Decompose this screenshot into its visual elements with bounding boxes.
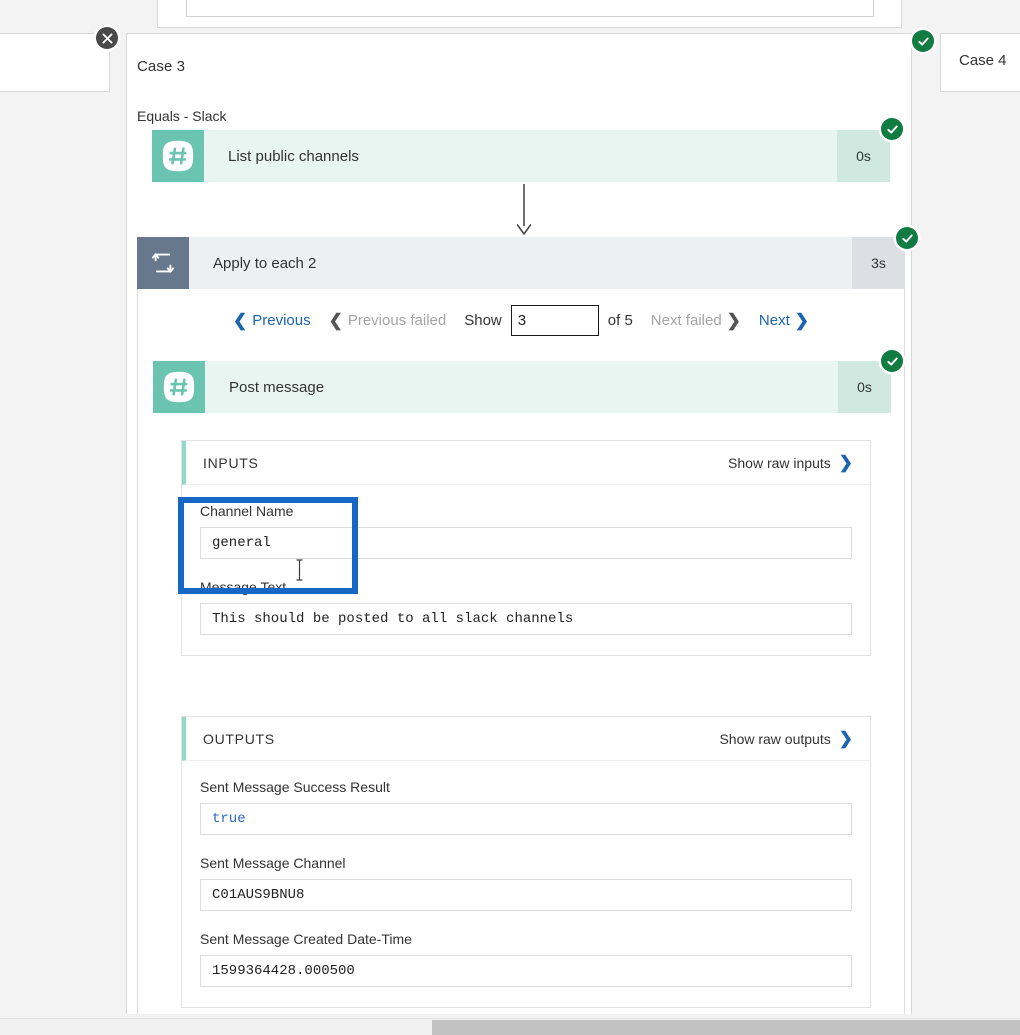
pager-previous-button[interactable]: ❮ Previous <box>233 312 311 329</box>
action-duration-list-public-channels: 0s <box>837 130 890 182</box>
slack-hash-icon <box>153 361 205 413</box>
field-sent-message-success-result: Sent Message Success Result true <box>200 779 852 835</box>
show-raw-inputs-button[interactable]: Show raw inputs ❯ <box>728 454 853 471</box>
connector-arrow-icon <box>513 184 535 236</box>
show-raw-outputs-button[interactable]: Show raw outputs ❯ <box>719 730 853 747</box>
pager-previous-failed-button[interactable]: ❮ Previous failed <box>329 312 447 329</box>
chevron-right-icon: ❯ <box>838 453 853 472</box>
channel-name-field[interactable]: general <box>200 527 852 559</box>
chevron-right-icon: ❯ <box>726 310 741 330</box>
inputs-panel-body: Channel Name general Message Text This s… <box>182 485 870 655</box>
case-card-case4[interactable]: Case 4 <box>940 33 1020 92</box>
action-row-apply-to-each[interactable]: Apply to each 2 3s <box>137 237 905 289</box>
previous-case-card-partial <box>157 0 902 28</box>
message-text-field[interactable]: This should be posted to all slack chann… <box>200 603 852 635</box>
status-badge-list-public-channels <box>881 118 903 140</box>
loop-repeat-icon <box>137 237 189 289</box>
status-badge-case3 <box>912 30 934 52</box>
case4-title: Case 4 <box>959 52 1007 69</box>
field-sent-message-created-date-time: Sent Message Created Date-Time 159936442… <box>200 931 852 987</box>
inputs-panel-title: INPUTS <box>203 454 259 471</box>
field-label: Sent Message Channel <box>200 855 346 871</box>
status-badge-post-message <box>881 350 903 372</box>
apply-to-each-body: ❮ Previous ❮ Previous failed Show of 5 N… <box>137 289 905 1018</box>
pager-previous-failed-label: Previous failed <box>347 311 447 329</box>
text-cursor-icon <box>295 558 304 582</box>
field-message-text: Message Text This should be posted to al… <box>200 579 852 635</box>
case3-condition-label: Equals - Slack <box>137 108 227 124</box>
horizontal-scrollbar-thumb[interactable] <box>432 1020 1020 1035</box>
action-row-list-public-channels[interactable]: List public channels 0s <box>152 130 890 182</box>
action-label-list-public-channels: List public channels <box>204 130 837 182</box>
action-label-post-message: Post message <box>205 361 838 413</box>
pager-next-failed-label: Next failed <box>650 311 722 329</box>
action-row-post-message[interactable]: Post message 0s <box>153 361 891 413</box>
pager-next-failed-button[interactable]: Next failed ❯ <box>651 312 741 329</box>
field-label: Sent Message Success Result <box>200 779 390 795</box>
case3-title: Case 3 <box>137 58 186 75</box>
action-duration-apply-to-each: 3s <box>852 237 905 289</box>
field-channel-name: Channel Name general <box>200 503 852 559</box>
slack-hash-icon <box>152 130 204 182</box>
action-duration-post-message: 0s <box>838 361 891 413</box>
outputs-panel-header: OUTPUTS Show raw outputs ❯ <box>182 717 870 761</box>
field-label: Channel Name <box>200 503 294 519</box>
chevron-right-icon: ❯ <box>794 310 810 330</box>
outputs-panel-title: OUTPUTS <box>203 730 275 747</box>
pager-next-label: Next <box>758 311 790 329</box>
show-raw-inputs-label: Show raw inputs <box>728 454 831 471</box>
status-badge-apply-to-each <box>896 227 918 249</box>
show-raw-outputs-label: Show raw outputs <box>719 730 831 747</box>
sent-message-created-date-time-field[interactable]: 1599364428.000500 <box>200 955 852 987</box>
inputs-panel: INPUTS Show raw inputs ❯ Channel Name ge… <box>181 440 871 656</box>
pager-page-input[interactable] <box>510 304 599 336</box>
pager-previous-label: Previous <box>252 311 311 329</box>
sent-message-channel-field[interactable]: C01AUS9BNU8 <box>200 879 852 911</box>
partial-input-field[interactable] <box>186 0 874 17</box>
workflow-run-canvas: Case 4 Case 3 Equals - Slack List public… <box>0 0 1020 1035</box>
outputs-panel: OUTPUTS Show raw outputs ❯ Sent Message … <box>181 716 871 1008</box>
close-icon[interactable] <box>96 27 118 49</box>
iteration-pager: ❮ Previous ❮ Previous failed Show of 5 N… <box>138 289 904 351</box>
horizontal-scrollbar[interactable] <box>0 1018 1020 1035</box>
pager-show-label: Show <box>464 311 502 329</box>
outputs-panel-body: Sent Message Success Result true Sent Me… <box>182 761 870 1007</box>
chevron-left-icon: ❮ <box>232 310 248 330</box>
field-sent-message-channel: Sent Message Channel C01AUS9BNU8 <box>200 855 852 911</box>
case-card-left-partial[interactable] <box>0 33 110 92</box>
action-label-apply-to-each: Apply to each 2 <box>189 237 852 289</box>
pager-total-label: of 5 <box>607 311 633 329</box>
inputs-panel-header: INPUTS Show raw inputs ❯ <box>182 441 870 485</box>
field-label: Sent Message Created Date-Time <box>200 931 412 947</box>
chevron-right-icon: ❯ <box>838 729 853 748</box>
pager-next-button[interactable]: Next ❯ <box>759 312 809 329</box>
sent-message-success-result-field[interactable]: true <box>200 803 852 835</box>
chevron-left-icon: ❮ <box>328 310 343 330</box>
